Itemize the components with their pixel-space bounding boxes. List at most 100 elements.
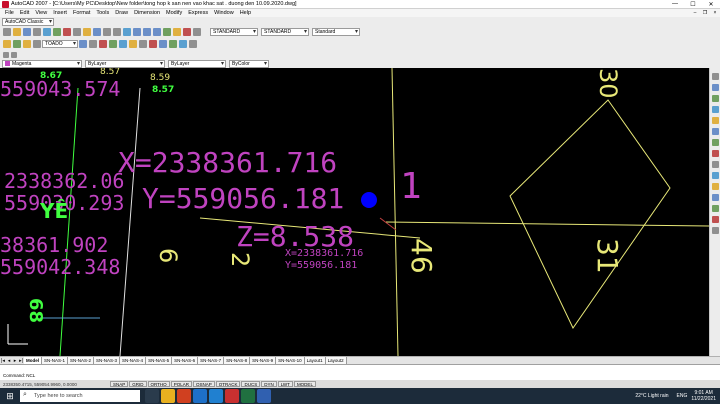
menu-express[interactable]: Express [185,10,211,16]
tab-sn-nas-10[interactable]: SN-NAS-10 [276,357,305,364]
command-line[interactable]: Command: NCL [0,364,720,380]
menu-dimension[interactable]: Dimension [131,10,163,16]
menu-help[interactable]: Help [237,10,254,16]
workspace-select[interactable]: AutoCAD Classic [2,17,54,26]
layer-freeze-all-icon[interactable] [169,40,177,48]
dim-style-select[interactable]: STANDARD [261,28,309,36]
tab-sn-nas-6[interactable]: SN-NAS-6 [172,357,199,364]
minimize-button[interactable]: — [666,0,684,9]
menu-draw[interactable]: Draw [112,10,131,16]
tab-sn-nas-7[interactable]: SN-NAS-7 [198,357,225,364]
windows-start-icon[interactable]: ⊞ [0,388,20,404]
chrome-icon[interactable] [177,389,191,403]
menu-tools[interactable]: Tools [93,10,112,16]
otrack-toggle[interactable]: OTRACK [215,381,241,387]
zoom-realtime-icon[interactable] [133,28,141,36]
autocad-taskbar-icon[interactable] [225,389,239,403]
menu-insert[interactable]: Insert [50,10,70,16]
copy-icon[interactable] [73,28,81,36]
fillet-icon[interactable] [711,216,719,223]
layer-thaw-icon[interactable] [189,40,197,48]
layer-delete-icon[interactable] [149,40,157,48]
properties-icon[interactable] [163,28,171,36]
help-icon[interactable] [193,28,201,36]
tab-sn-nas-4[interactable]: SN-NAS-4 [120,357,147,364]
tab-layout1[interactable]: Layout1 [304,357,326,364]
layer-unlock-icon[interactable] [179,40,187,48]
layer-previous-icon[interactable] [89,40,97,48]
tab-sn-nas-1[interactable]: SN-NAS-1 [42,357,69,364]
stretch-icon[interactable] [711,161,719,168]
layer-manager-icon[interactable] [3,40,11,48]
tab-sn-nas-9[interactable]: SN-NAS-9 [250,357,277,364]
excel-icon[interactable] [241,389,255,403]
mirror-icon[interactable] [711,95,719,102]
zoom-window-icon[interactable] [143,28,151,36]
layer-freeze-icon[interactable] [23,40,31,48]
polar-toggle[interactable]: POLAR [170,381,192,387]
menu-window[interactable]: Window [211,10,237,16]
open-icon[interactable] [13,28,21,36]
publish-icon[interactable] [53,28,61,36]
doc-minimize-button[interactable]: – [690,10,700,16]
menu-file[interactable]: File [2,10,17,16]
osnap-toggle[interactable]: OSNAP [192,381,215,387]
break-icon[interactable] [711,194,719,201]
tab-sn-nas-8[interactable]: SN-NAS-8 [224,357,251,364]
menu-format[interactable]: Format [70,10,93,16]
layer-off-icon[interactable] [139,40,147,48]
maximize-button[interactable]: ☐ [684,0,702,9]
snap-tool-icon[interactable] [3,51,9,58]
layer-lock-icon[interactable] [33,40,41,48]
word-icon[interactable] [257,389,271,403]
tab-model[interactable]: Model [24,357,42,364]
snap-toggle[interactable]: SNAP [110,381,129,387]
dyn-toggle[interactable]: DYN [261,381,277,387]
zalo-icon[interactable] [209,389,223,403]
ortho-toggle[interactable]: ORTHO [147,381,170,387]
color-select[interactable]: Magenta [2,59,82,68]
clock[interactable]: 9:01 AM 11/22/2021 [691,390,716,402]
undo-icon[interactable] [103,28,111,36]
plotstyle-select[interactable]: ByColor [229,59,269,68]
move-icon[interactable] [711,128,719,135]
task-view-icon[interactable] [145,389,159,403]
erase-icon[interactable] [711,73,719,80]
layer-walk-icon[interactable] [119,40,127,48]
save-icon[interactable] [23,28,31,36]
make-current-icon[interactable] [79,40,87,48]
menu-edit[interactable]: Edit [17,10,32,16]
close-button[interactable]: ✕ [702,0,720,9]
paste-icon[interactable] [83,28,91,36]
redo-icon[interactable] [113,28,121,36]
cut-icon[interactable] [63,28,71,36]
lineweight-select[interactable]: ByLayer [168,59,226,68]
layer-state-icon[interactable] [99,40,107,48]
design-center-icon[interactable] [173,28,181,36]
grid-toggle[interactable]: GRID [129,381,147,387]
pan-icon[interactable] [123,28,131,36]
match-properties-icon[interactable] [93,28,101,36]
extend-icon[interactable] [711,183,719,190]
layer-match-icon[interactable] [129,40,137,48]
grid-tool-icon[interactable] [11,51,17,58]
table-style-select[interactable]: Standard [312,28,360,36]
offset-icon[interactable] [711,106,719,113]
zoom-previous-icon[interactable] [153,28,161,36]
text-style-select[interactable]: STANDARD [210,28,258,36]
explode-icon[interactable] [711,227,719,234]
tab-sn-nas-2[interactable]: SN-NAS-2 [68,357,95,364]
layer-isolate-icon[interactable] [109,40,117,48]
chamfer-icon[interactable] [711,205,719,212]
taskbar-search[interactable]: ⌕ Type here to search [20,390,140,402]
tab-sn-nas-5[interactable]: SN-NAS-5 [146,357,173,364]
trim-icon[interactable] [711,172,719,179]
edge-icon[interactable] [193,389,207,403]
rotate-icon[interactable] [711,139,719,146]
lwt-toggle[interactable]: LWT [277,381,293,387]
menu-view[interactable]: View [32,10,50,16]
weather-widget[interactable]: 22°C Light rain [635,393,668,399]
ducs-toggle[interactable]: DUCS [241,381,261,387]
menu-modify[interactable]: Modify [163,10,185,16]
layer-on-icon[interactable] [13,40,21,48]
